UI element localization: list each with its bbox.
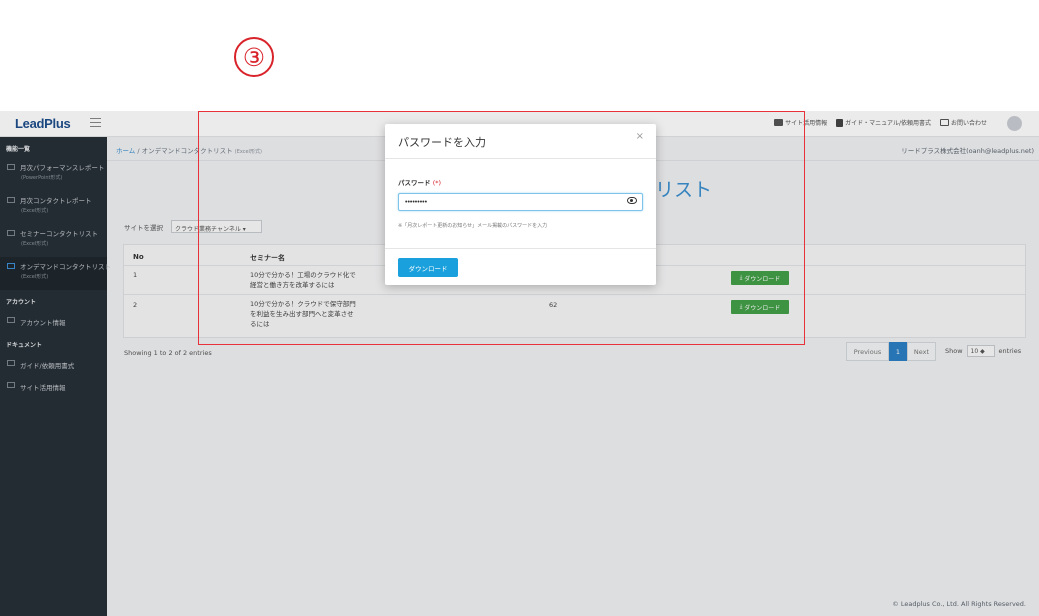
password-hint: ※「月次レポート更新のお知らせ」メール掲載のパスワードを入力	[398, 223, 548, 229]
modal-download-button[interactable]: ダウンロード	[398, 258, 458, 277]
step-number-marker: ③	[234, 37, 274, 77]
password-label: パスワード (*)	[398, 177, 441, 187]
divider	[385, 248, 656, 249]
password-modal: パスワードを入力 × パスワード (*) ※「月次レポート更新のお知らせ」メール…	[385, 124, 656, 285]
screenshot-stage: ③ LeadPlus サイト活用情報 ガイド・マニュアル/依頼用書式 お問い合わ…	[0, 0, 1039, 616]
modal-title: パスワードを入力	[398, 136, 486, 149]
close-icon[interactable]: ×	[636, 131, 644, 142]
password-label-text: パスワード	[398, 179, 431, 187]
required-mark: (*)	[432, 179, 442, 187]
eye-icon[interactable]	[627, 197, 637, 204]
password-field[interactable]	[398, 193, 643, 211]
divider	[385, 158, 656, 159]
